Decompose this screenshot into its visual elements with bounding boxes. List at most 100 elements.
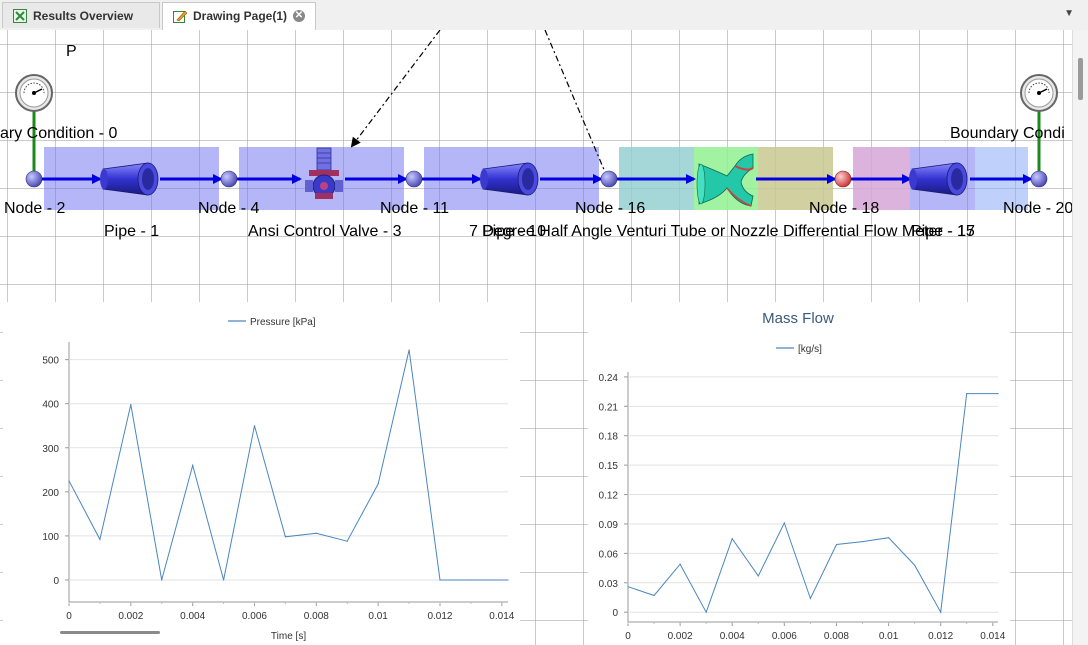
boundary-condition-right-label: Boundary Condi [950, 125, 1065, 142]
data-point [99, 538, 101, 541]
data-point [377, 483, 379, 485]
node-label: Node - 11 [380, 200, 450, 217]
tab-drawing-page[interactable]: Drawing Page(1) ✕ [162, 2, 316, 31]
series-line [68, 349, 508, 581]
data-point [966, 392, 968, 395]
data-point [679, 563, 681, 565]
x-tick-label: 0.012 [427, 611, 452, 622]
scrollbar-thumb[interactable] [1078, 58, 1083, 100]
p-marker-label: P [66, 43, 77, 60]
data-point [997, 392, 999, 395]
mass-flow-chart-panel: Mass Flow [kg/s] 0 0.03 0.06 0.09 0.12 0.15 0.18… [588, 302, 1010, 645]
drawing-icon [173, 10, 187, 23]
x-tick-label: 0.012 [928, 631, 953, 642]
y-tick-label: 0 [53, 576, 59, 587]
y-tick-label: 0.21 [599, 402, 619, 413]
y-tick-label: 0 [612, 608, 618, 619]
data-point [783, 522, 785, 524]
component-label: Ansi Control Valve - 3 [248, 223, 402, 240]
series-line [627, 393, 998, 614]
x-tick-label: 0 [66, 611, 72, 622]
data-point [161, 579, 163, 581]
y-tick-label: 100 [42, 532, 59, 543]
node-20-marker[interactable] [1030, 170, 1048, 188]
y-tick-label: 0.15 [599, 461, 619, 472]
vertical-scrollbar[interactable] [1072, 30, 1088, 645]
node-16-marker[interactable] [600, 170, 618, 188]
x-tick-label: 0.006 [772, 631, 797, 642]
x-tick-label: 0.004 [720, 631, 745, 642]
data-point [705, 611, 707, 613]
data-point [507, 579, 509, 581]
node-label: Node - 4 [198, 200, 260, 217]
data-point [940, 611, 942, 613]
node-label: Node - 16 [575, 200, 646, 217]
spreadsheet-icon [13, 9, 27, 23]
chevron-down-icon[interactable]: ▼ [1064, 8, 1074, 19]
legend-label: Pressure [kPa] [250, 317, 316, 328]
data-point [315, 532, 317, 534]
node-label: Node - 2 [4, 200, 66, 217]
node-label: Node - 18 [809, 200, 880, 217]
x-tick-label: 0.006 [242, 611, 267, 622]
y-tick-label: 300 [42, 444, 59, 455]
y-tick-label: 0.12 [599, 491, 619, 502]
data-point [835, 543, 838, 546]
tab-label: Results Overview [33, 9, 134, 23]
x-tick-label: 0.01 [368, 611, 388, 622]
node-18-marker[interactable] [834, 170, 852, 188]
chart-title: Mass Flow [762, 310, 834, 327]
pressure-gauge-icon[interactable] [1020, 74, 1058, 112]
y-tick-label: 500 [42, 356, 59, 367]
x-tick-label: 0.008 [304, 611, 329, 622]
flow-diagram [15, 30, 1058, 210]
data-point [346, 540, 348, 542]
y-tick-label: 0.03 [599, 579, 619, 590]
data-point [284, 536, 287, 538]
callout-arrow [350, 30, 441, 148]
data-point [731, 538, 733, 540]
x-tick-label: 0.01 [879, 631, 899, 642]
drawing-canvas[interactable]: P ary Condition - 0 Boundary Condi Node … [0, 30, 1072, 645]
y-tick-label: 200 [42, 488, 59, 499]
data-point [439, 579, 441, 581]
y-tick-label: 0.18 [599, 432, 619, 443]
x-tick-label: 0.004 [180, 611, 205, 622]
x-axis-label: Time [s] [271, 631, 306, 642]
data-point [408, 349, 410, 351]
pressure-chart-panel: Pressure [kPa] 0 100 200 300 400 500 0 0.002 0.00… [3, 302, 520, 645]
y-tick-label: 0.09 [599, 520, 619, 531]
pressure-chart: Pressure [kPa] 0 100 200 300 400 500 0 0.002 0.00… [42, 317, 514, 642]
boundary-condition-left-label: ary Condition - 0 [0, 125, 118, 142]
y-tick-label: 0.06 [599, 549, 619, 560]
horizontal-scrollbar-thumb[interactable] [60, 631, 160, 634]
x-tick-label: 0.008 [824, 631, 849, 642]
close-icon[interactable]: ✕ [293, 10, 305, 22]
component-label: Pipe - 1 [104, 223, 160, 240]
node-11-marker[interactable] [405, 170, 423, 188]
node-4-marker[interactable] [220, 170, 238, 188]
data-point [809, 597, 811, 600]
pressure-gauge-icon[interactable] [15, 74, 53, 112]
document-tab-bar: Results Overview Drawing Page(1) ✕ ▼ [0, 0, 1088, 31]
node-2-marker[interactable] [25, 170, 43, 188]
component-label: Pipe - 10 [482, 223, 547, 240]
y-tick-label: 0.24 [599, 373, 619, 384]
data-point [68, 480, 70, 482]
node-label: Node - 20 [1003, 200, 1072, 217]
data-point [470, 579, 472, 581]
data-point [222, 579, 225, 581]
x-tick-label: 0.014 [980, 631, 1005, 642]
x-tick-label: 0.002 [118, 611, 143, 622]
tab-label: Drawing Page(1) [193, 9, 288, 23]
y-tick-label: 400 [42, 400, 59, 411]
data-point [887, 537, 890, 539]
data-point [861, 541, 864, 543]
component-label: Pipe - 17 [911, 223, 976, 240]
legend-label: [kg/s] [798, 344, 822, 355]
x-tick-label: 0.014 [489, 611, 514, 622]
tab-results-overview[interactable]: Results Overview [2, 2, 160, 28]
data-point [627, 586, 629, 588]
x-tick-label: 0.002 [668, 631, 693, 642]
data-point [653, 594, 655, 597]
